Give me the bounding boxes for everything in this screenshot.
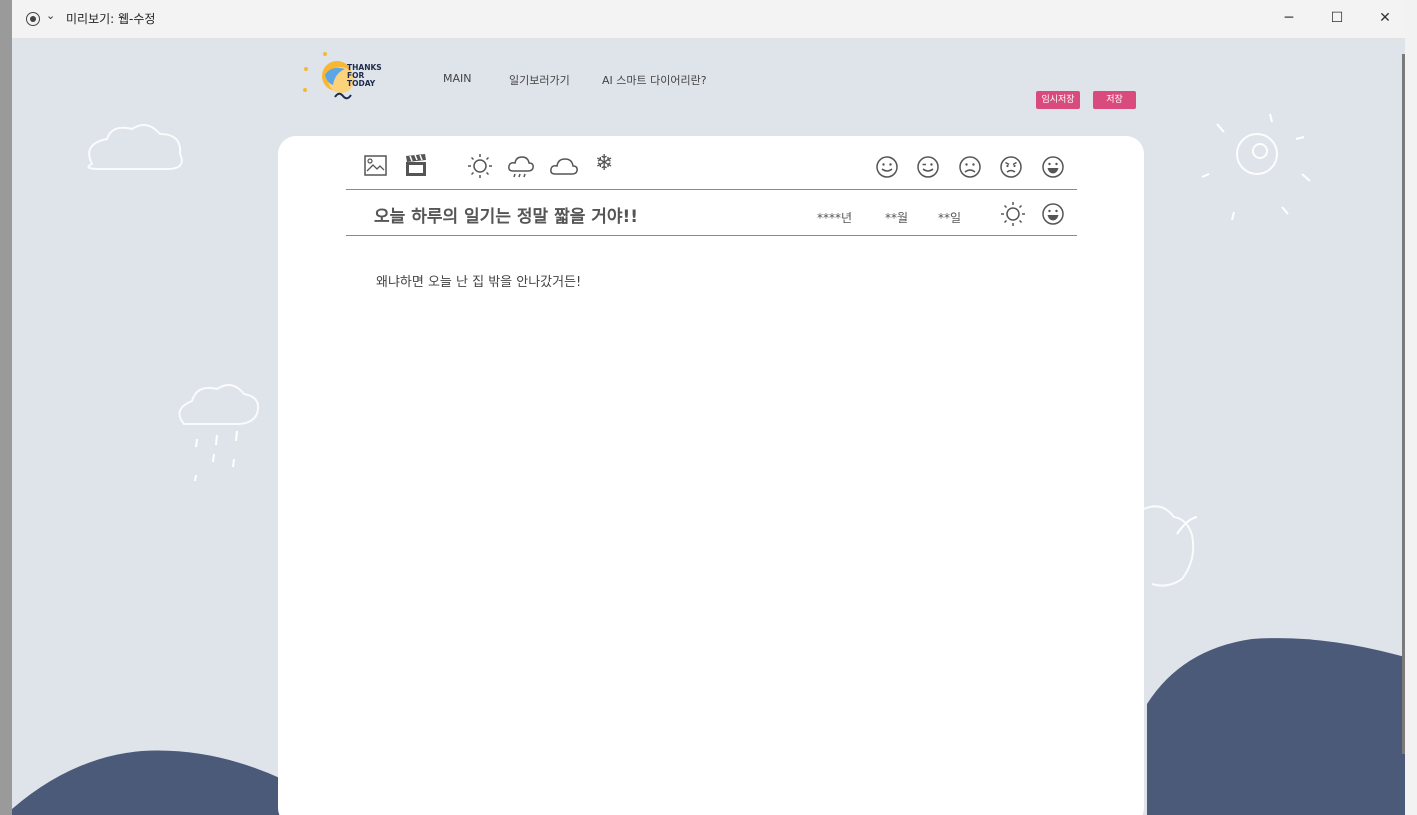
preview-window: ⌄ 미리보기: 웹-수정 ─ ☐ ✕ THANKS FOR TODAY MAIN…	[0, 0, 1417, 815]
close-button[interactable]: ✕	[1373, 8, 1397, 28]
diary-content[interactable]: 왜냐하면 오늘 난 집 밖을 안나갔거든!	[376, 271, 581, 290]
logo-wordmark[interactable]: THANKS FOR TODAY	[347, 64, 382, 88]
save-button[interactable]: 저장	[1093, 91, 1136, 109]
maximize-button[interactable]: ☐	[1325, 8, 1349, 28]
page-canvas: THANKS FOR TODAY MAIN 일기보러가기 AI 스마트 다이어리…	[12, 39, 1405, 815]
nav-about-ai-diary[interactable]: AI 스마트 다이어리란?	[602, 72, 707, 88]
rain-cloud-icon[interactable]	[507, 153, 535, 181]
window-left-edge	[0, 0, 12, 815]
selected-mood-laugh-icon	[1042, 203, 1064, 225]
vertical-scrollbar[interactable]	[1402, 54, 1405, 754]
title-bar: ⌄ 미리보기: 웹-수정 ─ ☐ ✕	[12, 0, 1405, 39]
sun-icon[interactable]	[466, 152, 494, 180]
diary-day: **일	[938, 211, 962, 225]
title-divider	[346, 235, 1077, 236]
selected-weather-sun-icon	[1001, 202, 1025, 226]
image-icon[interactable]	[364, 155, 388, 177]
sun-doodle	[1236, 133, 1278, 175]
diary-title[interactable]: 오늘 하루의 일기는 정말 짧을 거야!!	[374, 202, 638, 227]
temp-save-button[interactable]: 임시저장	[1036, 91, 1080, 109]
laugh-icon[interactable]	[1041, 155, 1065, 179]
diary-year: ****년	[817, 211, 853, 225]
record-icon[interactable]	[26, 12, 40, 26]
toolbar-divider	[346, 189, 1077, 190]
window-right-edge	[1405, 0, 1417, 815]
chevron-down-icon[interactable]: ⌄	[46, 9, 55, 22]
cloud-icon[interactable]	[549, 155, 579, 177]
logo-line-3: TODAY	[347, 79, 376, 88]
rain-cloud-doodle	[178, 384, 260, 425]
wave-right	[1147, 638, 1405, 815]
diary-card	[278, 136, 1144, 815]
minimize-button[interactable]: ─	[1277, 8, 1301, 28]
nav-main[interactable]: MAIN	[443, 72, 472, 85]
sad-icon[interactable]	[958, 155, 982, 179]
wave-left	[12, 750, 282, 815]
nav-view-diary[interactable]: 일기보러가기	[509, 72, 570, 88]
angry-icon[interactable]	[999, 155, 1023, 179]
cloud-doodle-1	[87, 124, 183, 170]
wink-icon[interactable]	[916, 155, 940, 179]
face-doodle	[1143, 505, 1195, 587]
video-clapper-icon[interactable]	[404, 154, 428, 177]
snowflake-icon[interactable]: ❄	[595, 152, 613, 176]
window-title: 미리보기: 웹-수정	[66, 12, 156, 26]
smile-icon[interactable]	[875, 155, 899, 179]
diary-month: **월	[885, 211, 909, 225]
